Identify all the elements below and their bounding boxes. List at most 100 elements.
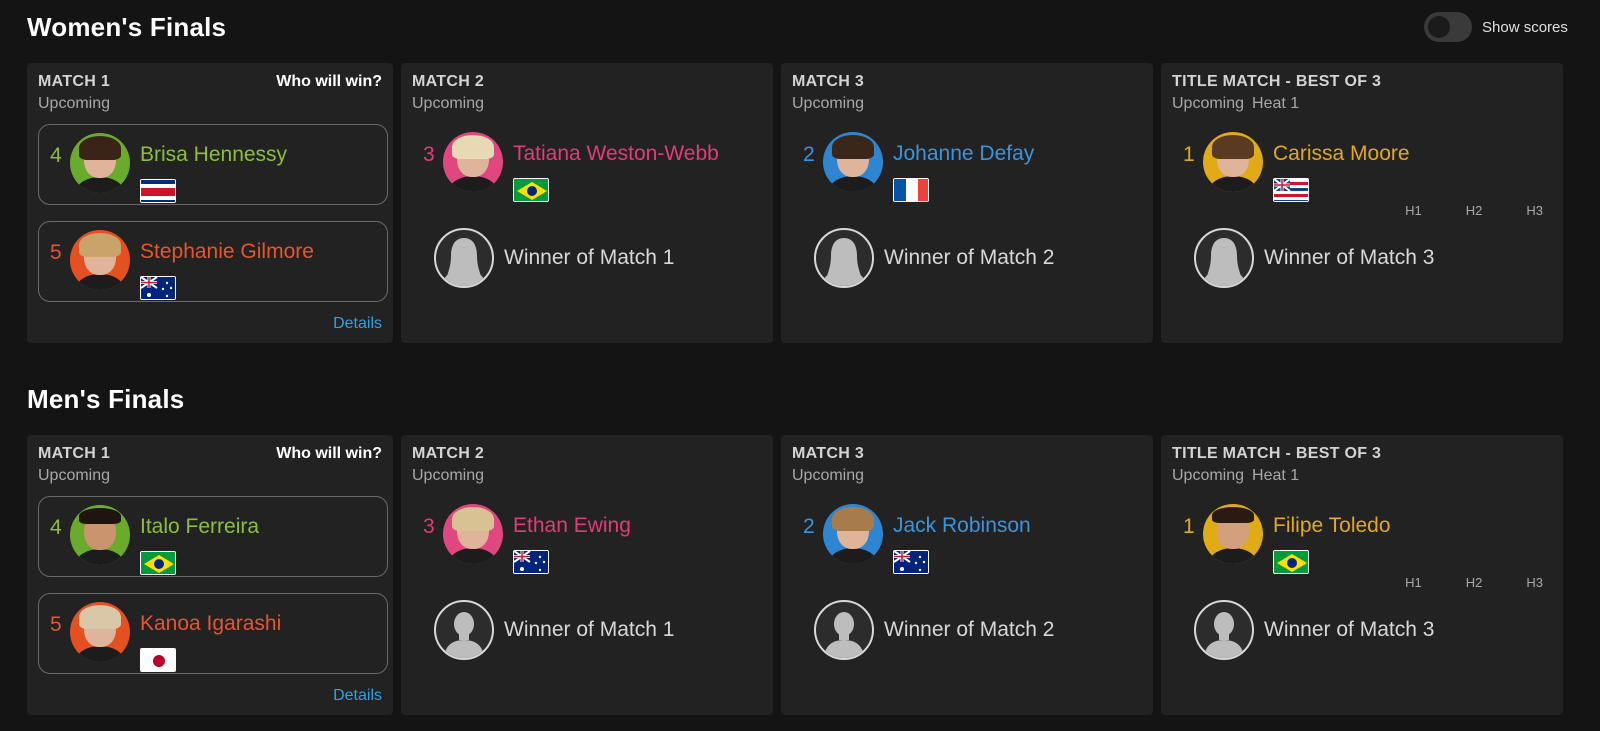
details-link[interactable]: Details [333,315,382,333]
match-heading: MATCH 1 [38,445,111,462]
placeholder-label: Winner of Match 2 [884,618,1055,641]
athlete-name: Kanoa Igarashi [140,612,282,635]
athlete-entry: 5 Kanoa Igarashi [50,602,281,672]
bracket-row-men: MATCH 1 Who will win? Upcoming 4 Italo F… [27,435,1563,715]
seed-number: 2 [803,143,815,166]
match-heading: TITLE MATCH - BEST OF 3 [1172,73,1382,90]
match-card-2: MATCH 2 Upcoming 3 Tatiana Weston-Webb W… [401,63,773,343]
athlete-avatar [443,504,503,564]
seed-number: 1 [1183,515,1195,538]
placeholder-entry: Winner of Match 1 [434,600,674,660]
heat-label: H1 [1405,575,1422,590]
athlete-name: Stephanie Gilmore [140,240,314,263]
match-card-1: MATCH 1 Who will win? Upcoming 4 Brisa H… [27,63,393,343]
australia-flag-icon [140,276,176,300]
match-status: Upcoming [792,95,865,112]
placeholder-label: Winner of Match 2 [884,246,1055,269]
australia-flag-icon [513,550,549,574]
match-status: Upcoming Heat 1 [1172,467,1299,485]
hawaii-flag-icon [1273,178,1309,202]
pick-option[interactable]: 4 Brisa Hennessy [38,124,388,205]
match-status: Upcoming [38,467,111,484]
heat-label: H3 [1526,203,1543,218]
athlete-entry: 1 Carissa Moore [1183,132,1410,202]
seed-number: 5 [50,613,62,636]
placeholder-entry: Winner of Match 3 [1194,600,1434,660]
match-status: Upcoming [412,467,485,484]
athlete-name: Filipe Toledo [1273,514,1391,537]
seed-number: 2 [803,515,815,538]
athlete-avatar [823,504,883,564]
match-heading: MATCH 2 [412,445,485,462]
show-scores-toggle[interactable] [1424,12,1472,42]
athlete-name: Jack Robinson [893,514,1031,537]
match-status: Upcoming [38,95,111,112]
match-heading: MATCH 2 [412,73,485,90]
placeholder-avatar-icon [814,600,874,660]
match-status: Upcoming [792,467,865,484]
athlete-name: Italo Ferreira [140,515,260,538]
pick-option[interactable]: 4 Italo Ferreira [38,496,388,577]
athlete-entry: 2 Johanne Defay [803,132,1034,202]
seed-number: 1 [1183,143,1195,166]
placeholder-avatar-icon [1194,228,1254,288]
athlete-entry: 4 Brisa Hennessy [50,133,287,203]
pick-option[interactable]: 5 Kanoa Igarashi [38,593,388,674]
athlete-avatar [70,133,130,193]
who-will-win-label: Who will win? [276,445,382,462]
placeholder-entry: Winner of Match 2 [814,228,1054,288]
placeholder-entry: Winner of Match 3 [1194,228,1434,288]
heat-text: Heat 1 [1252,95,1300,112]
match-card-2: MATCH 2 Upcoming 3 Ethan Ewing Winner of… [401,435,773,715]
seed-number: 4 [50,516,62,539]
show-scores-control: Show scores [1424,12,1568,42]
match-heading: MATCH 1 [38,73,111,90]
australia-flag-icon [893,550,929,574]
who-will-win-label: Who will win? [276,73,382,90]
heat-score-labels: H1 H2 H3 [1405,575,1543,590]
athlete-name: Brisa Hennessy [140,143,288,166]
heat-score-labels: H1 H2 H3 [1405,203,1543,218]
heat-label: H1 [1405,203,1422,218]
placeholder-avatar-icon [434,228,494,288]
athlete-entry: 5 Stephanie Gilmore [50,230,314,300]
athlete-avatar [70,505,130,565]
placeholder-avatar-icon [814,228,874,288]
match-card-3: MATCH 3 Upcoming 2 Johanne Defay Winner … [781,63,1153,343]
france-flag-icon [893,178,929,202]
athlete-name: Johanne Defay [893,142,1035,165]
placeholder-entry: Winner of Match 1 [434,228,674,288]
section-title-women: Women's Finals [27,12,227,42]
show-scores-label: Show scores [1482,18,1568,36]
match-card-1: MATCH 1 Who will win? Upcoming 4 Italo F… [27,435,393,715]
athlete-name: Carissa Moore [1273,142,1410,165]
match-heading: MATCH 3 [792,73,865,90]
placeholder-label: Winner of Match 1 [504,246,675,269]
heat-label: H2 [1465,203,1483,218]
match-card-3: MATCH 3 Upcoming 2 Jack Robinson Winner … [781,435,1153,715]
pick-option[interactable]: 5 Stephanie Gilmore [38,221,388,302]
match-status: Upcoming Heat 1 [1172,95,1299,113]
details-link[interactable]: Details [333,687,382,705]
brazil-flag-icon [1273,550,1309,574]
placeholder-avatar-icon [1194,600,1254,660]
placeholder-label: Winner of Match 3 [1264,618,1435,641]
seed-number: 4 [50,144,62,167]
heat-label: H3 [1526,575,1543,590]
match-heading: MATCH 3 [792,445,865,462]
seed-number: 3 [423,515,435,538]
athlete-entry: 2 Jack Robinson [803,504,1031,574]
status-text: Upcoming [1172,467,1245,484]
placeholder-label: Winner of Match 1 [504,618,675,641]
japan-flag-icon [140,648,176,672]
athlete-avatar [443,132,503,192]
athlete-avatar [1203,504,1263,564]
athlete-entry: 3 Ethan Ewing [423,504,631,574]
athlete-avatar [70,602,130,662]
athlete-entry: 4 Italo Ferreira [50,505,259,575]
placeholder-avatar-icon [434,600,494,660]
match-heading: TITLE MATCH - BEST OF 3 [1172,445,1382,462]
title-match-card: TITLE MATCH - BEST OF 3 Upcoming Heat 1 1… [1161,435,1563,715]
costa-rica-flag-icon [140,179,176,203]
placeholder-entry: Winner of Match 2 [814,600,1054,660]
